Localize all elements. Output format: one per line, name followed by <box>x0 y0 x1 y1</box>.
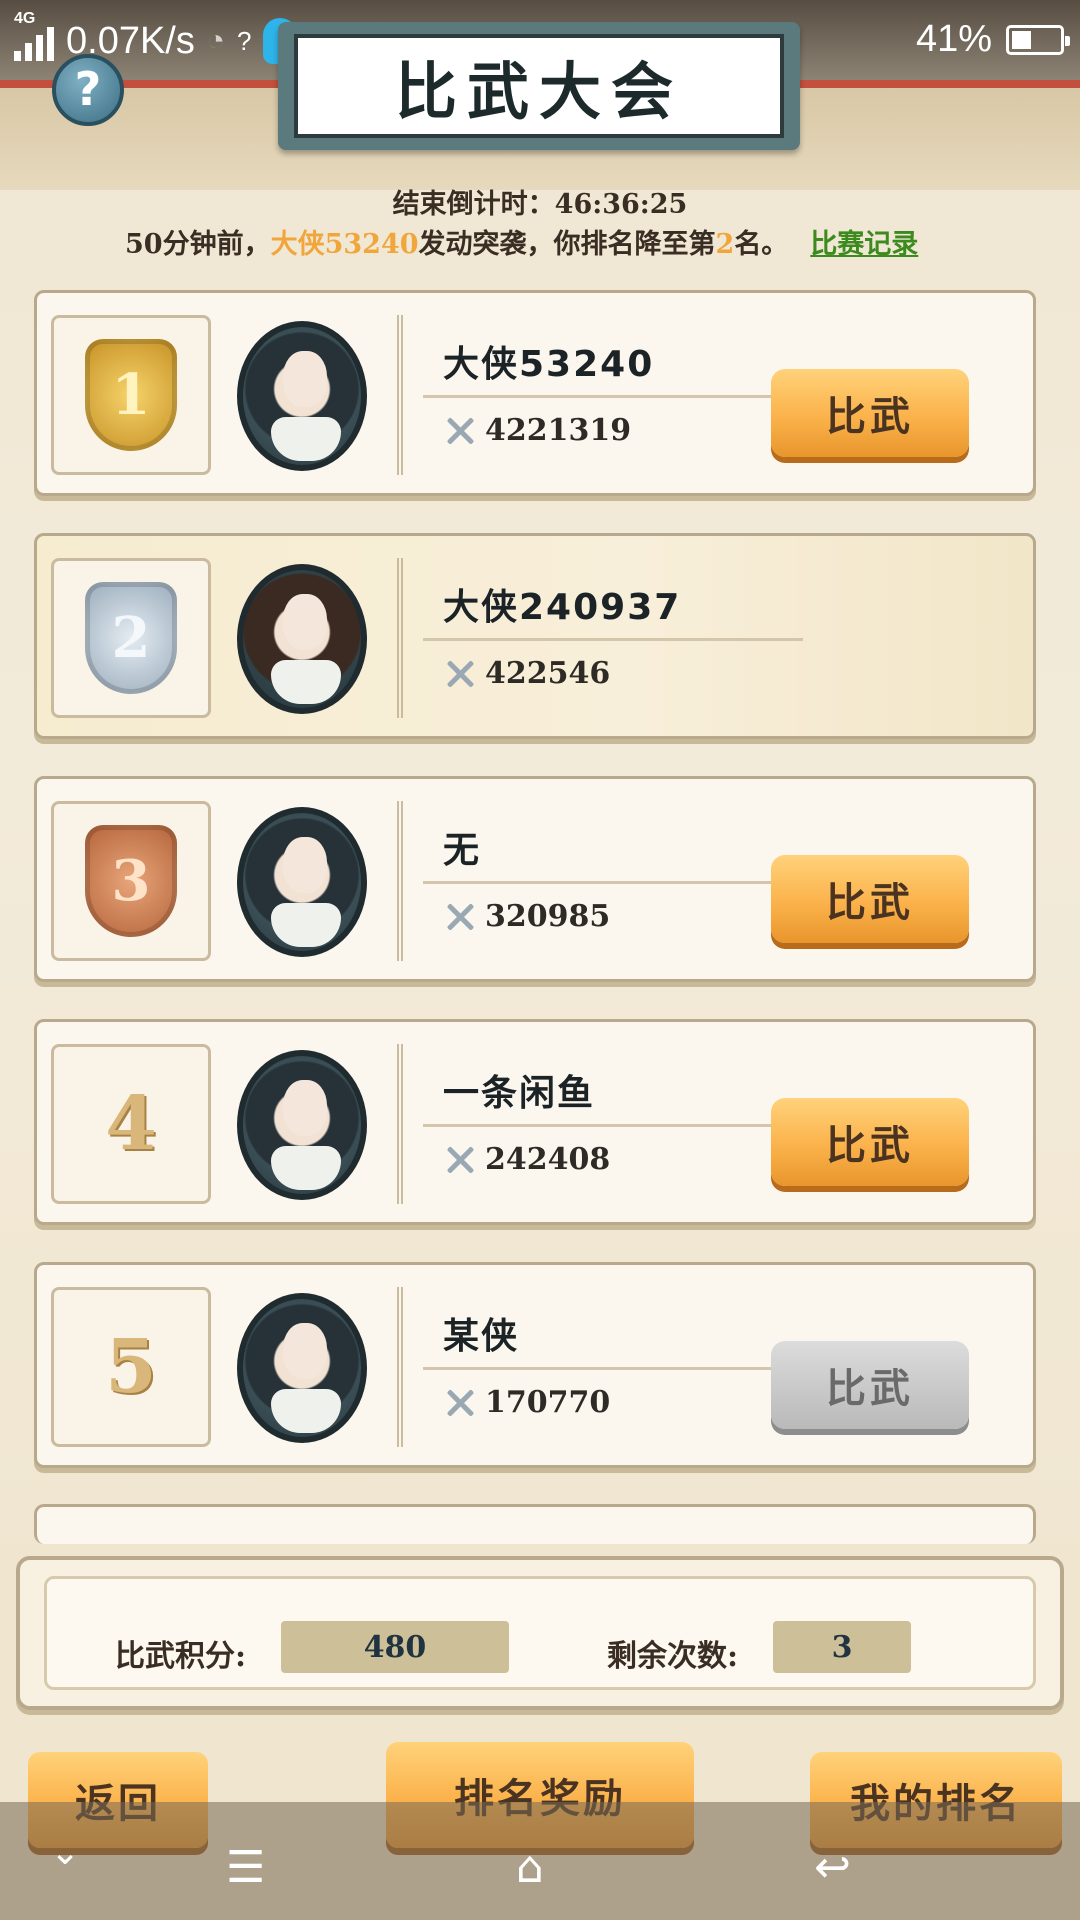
rank-box: 4 <box>51 1044 211 1204</box>
rank-box: 2 <box>51 558 211 718</box>
back-arrow-icon[interactable]: ↩ <box>814 1842 851 1893</box>
menu-icon[interactable]: ☰ <box>226 1842 265 1893</box>
crossed-swords-icon <box>443 900 477 934</box>
crossed-swords-icon <box>443 414 477 448</box>
rank-number: 5 <box>105 1324 157 1410</box>
battery-icon <box>1006 24 1070 55</box>
challenge-button[interactable]: 比武 <box>771 369 969 457</box>
notice-attacker: 大侠53240 <box>270 229 419 260</box>
power-row: 422546 <box>443 656 610 691</box>
attack-notice: 50分钟前，大侠53240发动突袭，你排名降至第2名。 比赛记录 <box>125 222 918 261</box>
rank-card-3: 3 无 320985 比武 <box>34 776 1036 982</box>
points-label: 比武积分: <box>115 1639 247 1674</box>
challenge-button[interactable]: 比武 <box>771 1098 969 1186</box>
combat-power: 320985 <box>485 899 611 934</box>
power-row: 242408 <box>443 1142 610 1177</box>
battery-percent: 41% <box>915 18 992 60</box>
title-plate: 比武大会 <box>278 22 800 150</box>
battery-fill <box>1012 30 1031 49</box>
bronze-medal-icon: 3 <box>85 825 177 937</box>
rank-card-5: 5 某侠 170770 比武 <box>34 1262 1036 1468</box>
crossed-swords-icon <box>443 1386 477 1420</box>
player-info: 某侠 170770 比武 <box>397 1287 1009 1447</box>
rank-card-partial <box>34 1504 1036 1544</box>
help-button[interactable]: ? <box>52 54 124 126</box>
avatar[interactable] <box>237 1293 367 1443</box>
power-row: 4221319 <box>443 413 631 448</box>
match-record-link[interactable]: 比赛记录 <box>810 229 918 260</box>
rank-card-2: 2 大侠240937 422546 <box>34 533 1036 739</box>
avatar[interactable] <box>237 1050 367 1200</box>
notice-rank: 2 <box>715 229 735 260</box>
points-value: 480 <box>281 1621 509 1673</box>
notice-suffix: 名。 <box>734 229 789 260</box>
divider <box>423 1124 803 1127</box>
player-name: 某侠 <box>443 1316 520 1357</box>
player-name: 无 <box>443 830 482 871</box>
player-name: 一条闲鱼 <box>443 1073 596 1114</box>
silver-medal-icon: 2 <box>85 582 177 694</box>
countdown: 结束倒计时：46:36:25 <box>0 182 1080 221</box>
avatar[interactable] <box>237 321 367 471</box>
divider <box>423 881 803 884</box>
rank-card-1: 1 大侠53240 4221319 比武 <box>34 290 1036 496</box>
crossed-swords-icon <box>443 1143 477 1177</box>
divider <box>423 638 803 641</box>
player-name: 大侠240937 <box>443 587 682 628</box>
home-icon[interactable]: ⌂ <box>516 1842 544 1893</box>
power-row: 320985 <box>443 899 610 934</box>
page-title: 比武大会 <box>294 34 784 138</box>
divider <box>423 1367 803 1370</box>
score-panel-inner: 比武积分: 480 剩余次数: 3 <box>44 1576 1036 1690</box>
avatar[interactable] <box>237 564 367 714</box>
score-panel: 比武积分: 480 剩余次数: 3 <box>16 1556 1064 1710</box>
notice-prefix: 50分钟前， <box>125 229 271 260</box>
divider <box>423 395 803 398</box>
chevron-down-icon[interactable]: ⌄ <box>50 1832 80 1873</box>
gold-medal-icon: 1 <box>85 339 177 451</box>
rank-box: 5 <box>51 1287 211 1447</box>
avatar[interactable] <box>237 807 367 957</box>
remaining-value: 3 <box>773 1621 911 1673</box>
combat-power: 4221319 <box>485 413 632 448</box>
crossed-swords-icon <box>443 657 477 691</box>
rank-card-4: 4 一条闲鱼 242408 比武 <box>34 1019 1036 1225</box>
combat-power: 422546 <box>485 656 611 691</box>
player-name: 大侠53240 <box>443 344 655 385</box>
player-info: 无 320985 比武 <box>397 801 1009 961</box>
power-row: 170770 <box>443 1385 610 1420</box>
countdown-value: 46:36:25 <box>554 189 688 220</box>
challenge-button-disabled[interactable]: 比武 <box>771 1341 969 1429</box>
challenge-button[interactable]: 比武 <box>771 855 969 943</box>
player-info: 一条闲鱼 242408 比武 <box>397 1044 1009 1204</box>
remaining-label: 剩余次数: <box>607 1639 739 1674</box>
rank-number: 4 <box>105 1081 157 1167</box>
system-nav-bar: ⌄ ☰ ⌂ ↩ <box>0 1802 1080 1920</box>
notice-middle: 发动突袭，你排名降至第 <box>418 229 716 260</box>
rank-box: 1 <box>51 315 211 475</box>
combat-power: 242408 <box>485 1142 611 1177</box>
player-info: 大侠53240 4221319 比武 <box>397 315 1009 475</box>
countdown-label: 结束倒计时： <box>392 189 555 220</box>
player-info: 大侠240937 422546 <box>397 558 1009 718</box>
rank-box: 3 <box>51 801 211 961</box>
combat-power: 170770 <box>485 1385 611 1420</box>
